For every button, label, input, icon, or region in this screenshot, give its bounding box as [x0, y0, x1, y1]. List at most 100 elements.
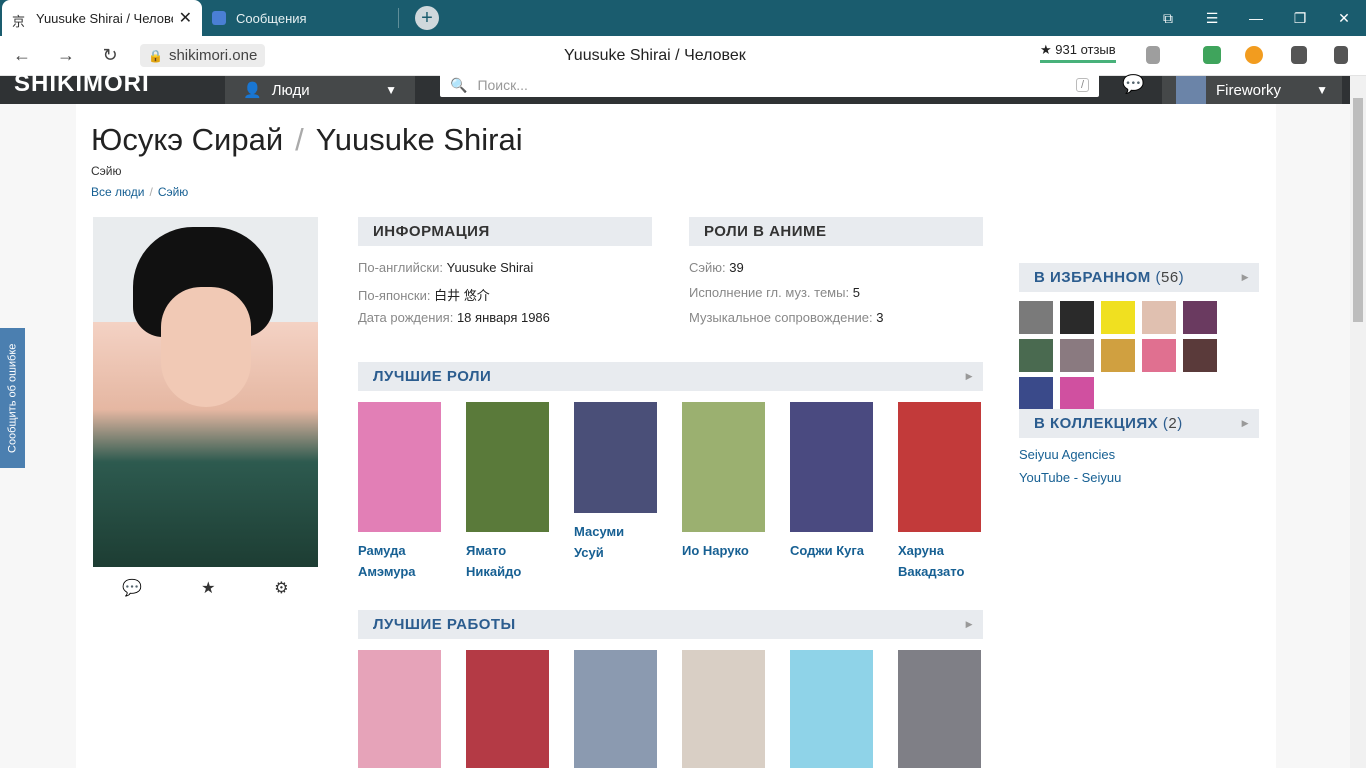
extension-orange-icon[interactable] [1245, 46, 1263, 64]
best-works-heading[interactable]: ЛУЧШИЕ РАБОТЫ ▶ [358, 610, 983, 639]
close-tab-icon[interactable]: ✕ [179, 8, 192, 28]
favorite-thumb[interactable] [1019, 301, 1053, 334]
download-icon[interactable] [1334, 46, 1348, 64]
reviews-badge[interactable]: ★ 931 отзыв [1040, 42, 1116, 63]
favorite-thumb[interactable] [1183, 339, 1217, 372]
minimize-button[interactable]: — [1234, 10, 1278, 26]
collection-link[interactable]: Seiyuu Agencies [1019, 447, 1115, 462]
info-label: Дата рождения: [358, 310, 454, 325]
role-card[interactable]: Ямато Никайдо [466, 402, 549, 582]
work-card[interactable] [574, 650, 657, 768]
tab-active[interactable]: 京 Yuusuke Shirai / Человек ✕ [2, 0, 202, 36]
character-image [574, 402, 657, 513]
favorite-star-icon[interactable]: ★ [201, 578, 215, 598]
anime-poster [574, 650, 657, 768]
favorites-count: 56 [1160, 269, 1179, 286]
roles-value: 5 [852, 285, 860, 300]
breadcrumb-seiyu[interactable]: Сэйю [158, 185, 189, 199]
favorite-thumb[interactable] [1060, 377, 1094, 410]
character-name: Ямато Никайдо [466, 543, 522, 579]
site-header: SHIKIMORI 👤 Люди ▼ 🔍 Поиск... / 💬 Firewo… [0, 70, 1350, 104]
search-placeholder: Поиск... [477, 77, 528, 93]
person-actions: 💬 ★ ⚙ [93, 578, 318, 598]
collections-heading[interactable]: В КОЛЛЕКЦИЯХ (2) ▶ [1019, 409, 1259, 438]
url-field[interactable]: 🔒 shikimori.one [140, 44, 266, 67]
reload-button[interactable]: ↻ [88, 45, 132, 66]
favorite-thumb[interactable] [1101, 339, 1135, 372]
chevron-down-icon: ▼ [1316, 83, 1328, 97]
restore-button[interactable]: ❐ [1278, 10, 1322, 27]
favorite-thumb[interactable] [1142, 339, 1176, 372]
avatar [1176, 76, 1206, 104]
chevron-right-icon: ▶ [1241, 272, 1249, 282]
anime-roles-row[interactable]: Исполнение гл. муз. темы: 5 [689, 285, 860, 300]
favorite-thumb[interactable] [1101, 301, 1135, 334]
work-card[interactable] [466, 650, 549, 768]
section-label: Люди [271, 81, 310, 99]
back-button[interactable]: ← [0, 45, 44, 66]
work-card[interactable] [358, 650, 441, 768]
url-text: shikimori.one [168, 47, 258, 64]
comments-icon[interactable]: 💬 [122, 578, 142, 598]
favorite-thumb[interactable] [1019, 377, 1053, 410]
role-card[interactable]: Соджи Куга [790, 402, 873, 582]
report-error-tab[interactable]: Сообщить об ошибке [0, 328, 25, 468]
extension-puzzle-icon[interactable] [1291, 46, 1307, 64]
settings-gear-icon[interactable]: ⚙ [274, 578, 288, 598]
role-card[interactable]: Рамуда Амэмура [358, 402, 441, 582]
anime-poster [682, 650, 765, 768]
best-works-list [358, 650, 1006, 768]
info-row: Дата рождения: 18 января 1986 [358, 310, 550, 325]
new-tab-button[interactable]: + [415, 6, 439, 30]
favorite-thumb[interactable] [1019, 339, 1053, 372]
tab-divider [398, 8, 399, 28]
user-menu[interactable]: Fireworky ▼ [1162, 76, 1342, 104]
favorite-thumb[interactable] [1142, 301, 1176, 334]
tab-manager-icon[interactable]: ⧉ [1146, 10, 1190, 27]
best-roles-heading[interactable]: ЛУЧШИЕ РОЛИ ▶ [358, 362, 983, 391]
role-card[interactable]: Ио Наруко [682, 402, 765, 582]
role-card[interactable]: Масуми Усуй [574, 402, 657, 582]
close-window-button[interactable]: ✕ [1322, 10, 1366, 27]
messages-favicon-icon [212, 11, 226, 25]
search-input[interactable]: 🔍 Поиск... / [440, 73, 1099, 97]
anime-poster [466, 650, 549, 768]
favorites-heading[interactable]: В ИЗБРАННОМ (56) ▶ [1019, 263, 1259, 292]
site-logo[interactable]: SHIKIMORI [14, 70, 150, 98]
forward-button[interactable]: → [44, 45, 88, 66]
favorite-thumb[interactable] [1060, 339, 1094, 372]
name-separator: / [295, 122, 304, 157]
menu-icon[interactable]: ☰ [1190, 10, 1234, 27]
anime-roles-row[interactable]: Сэйю: 39 [689, 260, 744, 275]
search-shortcut-hint: / [1075, 78, 1089, 92]
info-title: ИНФОРМАЦИЯ [373, 223, 490, 240]
character-name: Ио Наруко [682, 543, 749, 558]
chevron-down-icon: ▼ [385, 83, 397, 97]
scrollbar-thumb[interactable] [1353, 98, 1363, 322]
work-card[interactable] [898, 650, 981, 768]
info-value: 白井 悠介 [434, 288, 490, 303]
best-roles-list: Рамуда Амэмура Ямато Никайдо Масуми Усуй… [358, 402, 1006, 582]
person-icon: 👤 [243, 82, 262, 99]
breadcrumb-all-people[interactable]: Все люди [91, 185, 144, 199]
extension-shield-icon[interactable] [1203, 46, 1221, 64]
chevron-right-icon: ▶ [965, 371, 973, 381]
chat-icon[interactable]: 💬 [1122, 74, 1144, 95]
work-card[interactable] [790, 650, 873, 768]
favorite-thumb[interactable] [1183, 301, 1217, 334]
breadcrumb-separator: / [149, 185, 153, 199]
roles-label: Исполнение гл. муз. темы: [689, 285, 850, 300]
anime-roles-heading: РОЛИ В АНИМЕ [689, 217, 983, 246]
tab-messages[interactable]: Сообщения [202, 0, 392, 36]
section-dropdown[interactable]: 👤 Люди ▼ [225, 76, 415, 104]
anime-roles-row[interactable]: Музыкальное сопровождение: 3 [689, 310, 883, 325]
work-card[interactable] [682, 650, 765, 768]
favorite-thumb[interactable] [1060, 301, 1094, 334]
bookmark-icon[interactable] [1146, 46, 1160, 64]
favorites-title: В ИЗБРАННОМ [1034, 269, 1151, 286]
role-card[interactable]: Харуна Вакадзато [898, 402, 981, 582]
browser-tab-strip: 京 Yuusuke Shirai / Человек ✕ Сообщения +… [0, 0, 1366, 36]
info-label: По-японски: [358, 288, 431, 303]
collection-link[interactable]: YouTube - Seiyuu [1019, 470, 1121, 485]
scrollbar[interactable] [1350, 76, 1366, 768]
